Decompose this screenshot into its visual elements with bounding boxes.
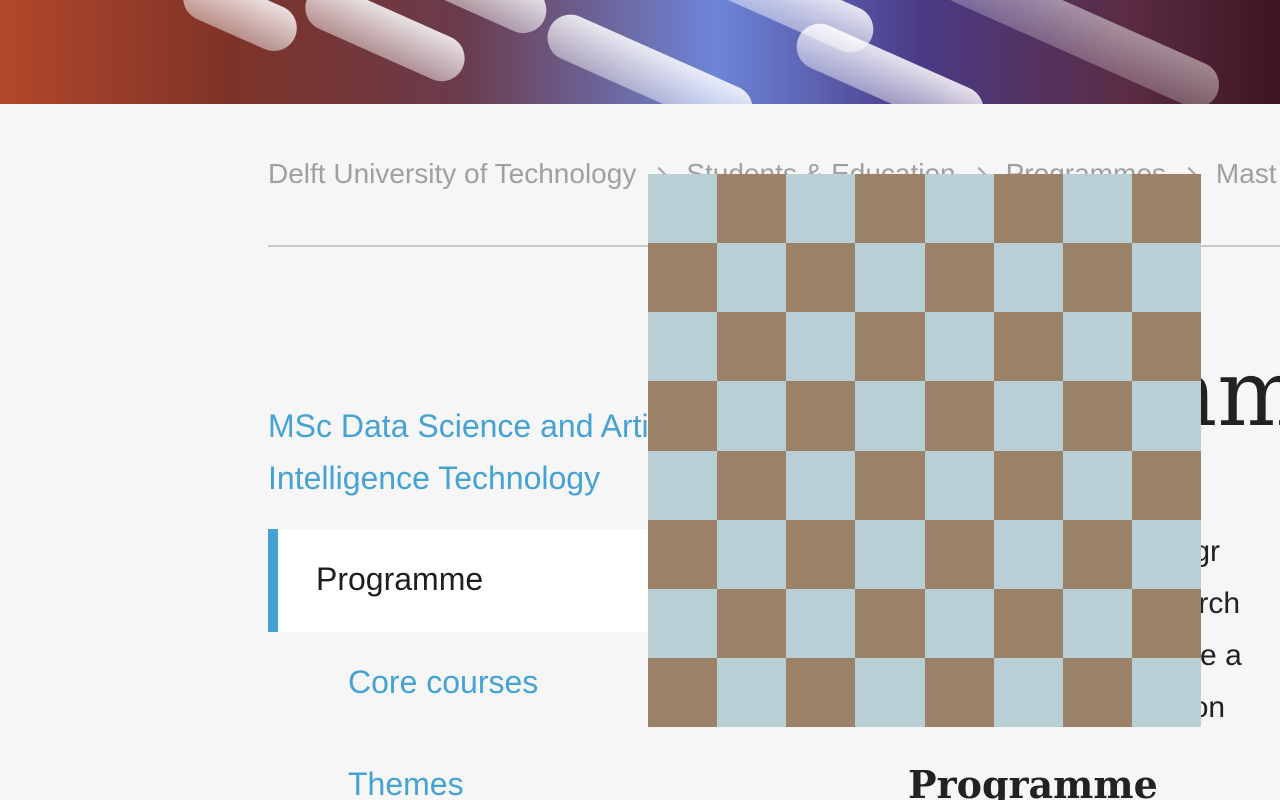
sidebar-programme-title[interactable]: MSc Data Science and Arti Intelligence Te… [268, 400, 668, 504]
checker-square [855, 519, 925, 589]
checker-square [717, 312, 787, 382]
section-heading: Programme [908, 762, 1158, 800]
checker-square [648, 588, 718, 658]
checker-square [924, 519, 994, 589]
checker-square [648, 312, 718, 382]
checker-square [786, 174, 856, 244]
sidebar-title-line: MSc Data Science and Arti [268, 408, 649, 444]
breadcrumb-item-masters[interactable]: Mast [1216, 158, 1277, 190]
checker-square [924, 588, 994, 658]
checker-square [786, 588, 856, 658]
checker-square [648, 519, 718, 589]
checker-square [924, 312, 994, 382]
checker-square [1131, 174, 1201, 244]
checker-square [717, 588, 787, 658]
checker-square [717, 174, 787, 244]
checker-square [717, 657, 787, 727]
checker-square [648, 450, 718, 520]
sidebar-item-themes[interactable]: Themes [348, 766, 464, 800]
checker-square [648, 174, 718, 244]
checker-square [786, 312, 856, 382]
checker-square [1131, 657, 1201, 727]
checker-square [786, 657, 856, 727]
hero-decoration [175, 0, 305, 59]
checker-square [924, 657, 994, 727]
checker-square [1062, 588, 1132, 658]
checker-square [855, 243, 925, 313]
checker-square [786, 381, 856, 451]
checker-square [1131, 381, 1201, 451]
checker-square [993, 381, 1063, 451]
checker-square [717, 381, 787, 451]
checker-square [648, 657, 718, 727]
checker-square [855, 174, 925, 244]
checker-square [1062, 312, 1132, 382]
checker-square [855, 588, 925, 658]
sidebar-item-label: Programme [316, 561, 484, 597]
hero-decoration [297, 0, 473, 89]
checker-square [993, 312, 1063, 382]
checker-square [855, 450, 925, 520]
checker-square [1062, 174, 1132, 244]
breadcrumb-item-tu-delft[interactable]: Delft University of Technology [268, 158, 636, 190]
checker-square [1131, 588, 1201, 658]
hero-decoration [789, 16, 991, 104]
checker-square [717, 243, 787, 313]
checker-square [786, 519, 856, 589]
checker-square [1131, 243, 1201, 313]
hero-banner [0, 0, 1280, 104]
checker-square [786, 450, 856, 520]
sidebar-title-line: Intelligence Technology [268, 460, 601, 496]
hero-decoration [540, 7, 760, 104]
checker-square [855, 381, 925, 451]
checker-square [924, 381, 994, 451]
checker-square [993, 588, 1063, 658]
checker-square [924, 174, 994, 244]
checker-square [924, 243, 994, 313]
checker-square [1062, 381, 1132, 451]
checker-square [924, 450, 994, 520]
checkerboard-overlay [648, 174, 1201, 727]
checker-square [1131, 312, 1201, 382]
checker-square [855, 312, 925, 382]
checker-square [648, 381, 718, 451]
checker-square [993, 519, 1063, 589]
sidebar-item-programme[interactable]: Programme [268, 529, 668, 632]
checker-square [993, 450, 1063, 520]
checker-square [1062, 243, 1132, 313]
checker-square [1062, 657, 1132, 727]
checker-square [1062, 519, 1132, 589]
checker-square [786, 243, 856, 313]
checker-square [993, 174, 1063, 244]
checker-square [1131, 519, 1201, 589]
checker-square [1131, 450, 1201, 520]
checker-square [648, 243, 718, 313]
checker-square [993, 657, 1063, 727]
checker-square [1062, 450, 1132, 520]
sidebar-item-core-courses[interactable]: Core courses [348, 664, 538, 701]
checker-square [717, 519, 787, 589]
hero-decoration [933, 0, 1227, 104]
checker-square [717, 450, 787, 520]
checker-square [855, 657, 925, 727]
checker-square [993, 243, 1063, 313]
